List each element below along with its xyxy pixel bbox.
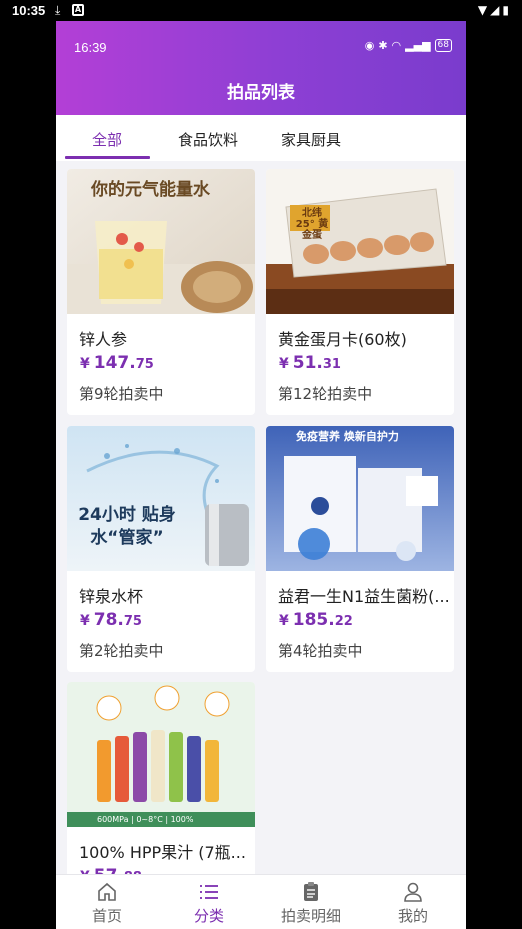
- tab-furniture-kitchen[interactable]: 家具厨具: [281, 129, 341, 150]
- a-icon: A: [72, 4, 84, 16]
- wifi-icon: ◠: [391, 39, 402, 52]
- download-icon: ⤓: [55, 3, 61, 17]
- product-price: ¥51.31: [279, 353, 341, 373]
- home-icon: [98, 882, 116, 901]
- page-title: 拍品列表: [227, 83, 295, 103]
- price-decimal: 22: [334, 614, 353, 629]
- currency-symbol: ¥: [279, 613, 289, 629]
- inner-status-icons: ◉ ✱ ◠ ▂▄▆ 68: [365, 39, 452, 52]
- product-image-text: 北纬25° 黄金蛋: [295, 208, 329, 241]
- app-window: 16:39 ◉ ✱ ◠ ▂▄▆ 68 拍品列表 全部 食品饮料 家具厨具 你的元…: [56, 21, 466, 929]
- product-image-text: 600MPa | 0~8°C | 100%: [97, 815, 194, 824]
- product-card[interactable]: 你的元气能量水 锌人参 ¥147.75 第9轮拍卖中: [67, 169, 255, 415]
- inner-status-time: 16:39: [74, 40, 107, 55]
- nav-category[interactable]: 分类: [158, 875, 260, 929]
- product-name: 锌泉水杯: [79, 587, 144, 606]
- auction-round: 第2轮拍卖中: [79, 642, 164, 660]
- product-price: ¥185.22: [279, 610, 353, 630]
- price-integer: 185.: [292, 610, 335, 630]
- product-image-text: 免疫营养 焕新自护力: [296, 430, 399, 443]
- product-image: 24小时 贴身水“管家”: [67, 426, 255, 571]
- system-time: 10:35: [12, 3, 46, 18]
- product-image: 你的元气能量水: [67, 169, 255, 314]
- wifi-icon: ▼: [477, 3, 491, 17]
- price-decimal: 75: [135, 357, 154, 372]
- bluetooth-icon: ✱: [378, 39, 388, 52]
- clipboard-icon: [304, 882, 318, 901]
- list-icon: [200, 885, 218, 899]
- product-card[interactable]: 24小时 贴身水“管家” 锌泉水杯 ¥78.75 第2轮拍卖中: [67, 426, 255, 672]
- currency-symbol: ¥: [80, 356, 90, 372]
- product-image: 600MPa | 0~8°C | 100%: [67, 682, 255, 827]
- battery-icon: ▮: [502, 3, 512, 17]
- auction-round: 第4轮拍卖中: [278, 642, 363, 660]
- product-name: 益君一生N1益生菌粉(...: [278, 587, 450, 606]
- user-icon: [404, 882, 422, 902]
- system-status-bar: 10:35 ⤓ A ▼◢▮: [0, 0, 522, 22]
- product-name: 锌人参: [79, 330, 128, 349]
- signal-icon: ◢: [490, 3, 503, 17]
- auction-round: 第12轮拍卖中: [278, 385, 373, 403]
- product-image-text: 24小时 贴身水“管家”: [78, 505, 176, 548]
- nav-category-label: 分类: [193, 907, 224, 925]
- tab-indicator: [65, 156, 150, 159]
- header: 16:39 ◉ ✱ ◠ ▂▄▆ 68 拍品列表: [56, 21, 466, 115]
- product-name: 100% HPP果汁 (7瓶...: [79, 843, 246, 862]
- product-image-text: 你的元气能量水: [91, 180, 210, 200]
- price-integer: 51.: [292, 353, 323, 373]
- product-card[interactable]: 北纬25° 黄金蛋 黄金蛋月卡(60枚) ¥51.31 第12轮拍卖中: [266, 169, 454, 415]
- eye-icon: ◉: [364, 39, 375, 52]
- nav-auction-details-label: 拍卖明细: [280, 907, 341, 925]
- battery-icon: 68: [434, 39, 452, 52]
- nav-mine[interactable]: 我的: [362, 875, 464, 929]
- product-card[interactable]: 免疫营养 焕新自护力 益君一生N1益生菌粉(... ¥185.22 第4轮拍卖中: [266, 426, 454, 672]
- category-tabs: 全部 食品饮料 家具厨具: [56, 115, 466, 161]
- tab-all[interactable]: 全部: [92, 129, 122, 150]
- auction-round: 第9轮拍卖中: [79, 385, 164, 403]
- product-price: ¥147.75: [80, 353, 154, 373]
- nav-mine-label: 我的: [397, 907, 428, 925]
- signal-icon: ▂▄▆: [405, 39, 431, 52]
- nav-home[interactable]: 首页: [56, 875, 158, 929]
- nav-home-label: 首页: [91, 907, 122, 925]
- product-image: 免疫营养 焕新自护力: [266, 426, 454, 571]
- screen: 10:35 ⤓ A ▼◢▮ 16:39 ◉ ✱ ◠ ▂▄▆ 68 拍品列表 全部…: [0, 0, 522, 929]
- currency-symbol: ¥: [80, 613, 90, 629]
- tab-food-drink[interactable]: 食品饮料: [178, 129, 238, 150]
- product-name: 黄金蛋月卡(60枚): [278, 330, 407, 349]
- product-image: 北纬25° 黄金蛋: [266, 169, 454, 314]
- price-integer: 78.: [93, 610, 124, 630]
- nav-auction-details[interactable]: 拍卖明细: [260, 875, 362, 929]
- product-price: ¥78.75: [80, 610, 142, 630]
- price-integer: 147.: [93, 353, 136, 373]
- price-decimal: 75: [123, 614, 142, 629]
- price-decimal: 31: [322, 357, 341, 372]
- bottom-nav: 首页 分类 拍卖明细 我的: [56, 874, 466, 929]
- currency-symbol: ¥: [279, 356, 289, 372]
